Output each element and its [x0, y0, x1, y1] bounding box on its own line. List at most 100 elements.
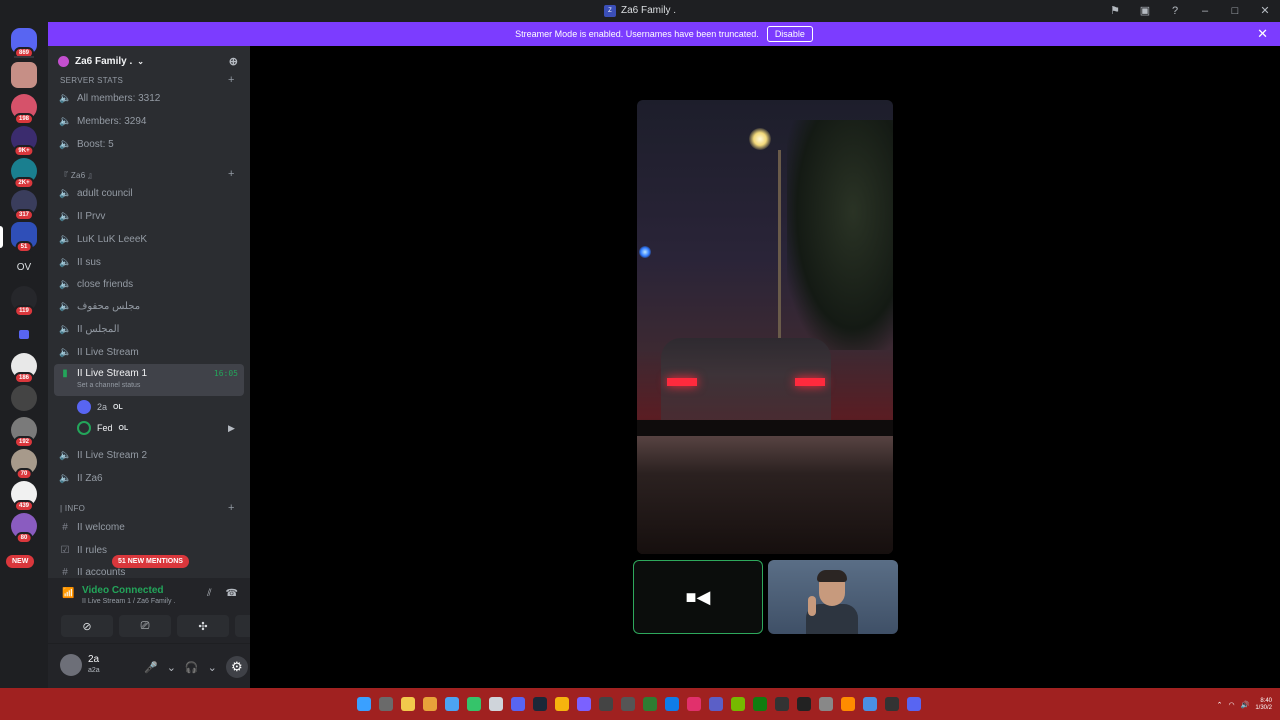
server-icon[interactable]: 198 — [11, 94, 37, 125]
channel-voice[interactable]: 🔈 II Live Stream — [54, 342, 244, 362]
taskbar-app-icon[interactable] — [401, 697, 415, 711]
camera-tile[interactable]: ■◀ — [633, 560, 763, 634]
taskbar-app-icon[interactable] — [577, 697, 591, 711]
help-icon[interactable]: ? — [1160, 0, 1190, 21]
channel-voice[interactable]: 🔈 II Za6 — [54, 468, 244, 488]
taskbar-app-icon[interactable] — [885, 697, 899, 711]
channel-voice[interactable]: 🔈 مجلس محفوف — [54, 296, 244, 316]
banner-close-icon[interactable]: ✕ — [1257, 26, 1268, 42]
taskbar-app-icon[interactable] — [775, 697, 789, 711]
taskbar-app-icon[interactable] — [643, 697, 657, 711]
activities-button[interactable]: ✣ — [177, 615, 229, 637]
server-icon[interactable]: 186 — [11, 353, 37, 384]
chevron-down-icon[interactable]: ⌄ — [208, 661, 217, 674]
disconnect-icon[interactable]: ☎ — [226, 588, 238, 599]
folder-icon[interactable] — [11, 321, 37, 347]
channel-voice[interactable]: 🔈 II Live Stream 2 — [54, 445, 244, 465]
add-channel-icon[interactable]: + — [228, 168, 235, 180]
voice-user[interactable]: 2a OL — [77, 400, 123, 414]
microphone-icon[interactable]: 🎤 — [144, 661, 158, 674]
taskbar-app-icon[interactable] — [467, 697, 481, 711]
add-channel-icon[interactable]: + — [228, 74, 235, 86]
server-icon[interactable]: 317 — [11, 190, 37, 221]
clock[interactable]: 8:40 1/30/2 — [1255, 698, 1272, 712]
server-icon[interactable]: 119 — [11, 286, 37, 317]
taskbar-app-icon[interactable] — [907, 697, 921, 711]
taskbar-app-icon[interactable] — [511, 697, 525, 711]
gear-icon[interactable]: ⚙ — [225, 656, 248, 678]
taskbar-app-icon[interactable] — [555, 697, 569, 711]
start-icon[interactable] — [357, 697, 371, 711]
voice-status-subtitle[interactable]: II Live Stream 1 / Za6 Family . — [82, 598, 175, 605]
taskbar-app-icon[interactable] — [621, 697, 635, 711]
server-icon[interactable]: 2K+ — [11, 158, 37, 189]
chevron-down-icon[interactable]: ⌄ — [167, 661, 176, 674]
server-icon[interactable]: 80 — [11, 513, 37, 544]
taskbar-app-icon[interactable] — [379, 697, 393, 711]
channel-voice[interactable]: 🔈 adult council — [54, 183, 244, 203]
screen-share-button[interactable]: ⎚ — [119, 615, 171, 637]
channel-stat-all[interactable]: 🔈 All members: 3312 — [54, 88, 244, 108]
maximize-icon[interactable]: □ — [1220, 0, 1250, 21]
voice-connection-panel: 📶 Video Connected II Live Stream 1 / Za6… — [48, 578, 287, 644]
camera-off-button[interactable]: ⊘ — [61, 615, 113, 637]
channel-status[interactable]: Set a channel status — [77, 382, 140, 389]
taskbar-app-icon[interactable] — [533, 697, 547, 711]
channel-text[interactable]: # II welcome — [54, 517, 244, 537]
channel-voice[interactable]: 🔈 II المجلس — [54, 319, 244, 339]
signal-icon[interactable]: 📶 — [62, 588, 76, 602]
taskbar-app-icon[interactable] — [445, 697, 459, 711]
screen-icon[interactable]: ▣ — [1130, 0, 1160, 21]
add-channel-icon[interactable]: + — [228, 502, 235, 514]
server-icon-ov[interactable]: OV — [11, 254, 37, 280]
server-icon[interactable] — [11, 385, 37, 411]
taskbar-app-icon[interactable] — [599, 697, 613, 711]
taskbar-app-icon[interactable] — [687, 697, 701, 711]
main-video-stream[interactable] — [637, 100, 893, 554]
taskbar-app-icon[interactable] — [423, 697, 437, 711]
guild-header[interactable]: Za6 Family . ⌄ ⊕ — [48, 46, 250, 76]
noise-suppression-icon[interactable]: ⫽ — [207, 588, 211, 599]
new-pill[interactable]: NEW — [6, 555, 35, 568]
server-icon-za6[interactable]: 51 — [11, 222, 37, 253]
channel-stat-boost[interactable]: 🔈 Boost: 5 — [54, 134, 244, 154]
participant-tile[interactable] — [768, 560, 898, 634]
avatar[interactable] — [60, 654, 82, 676]
category-server-stats[interactable]: SERVER STATS + — [60, 74, 234, 86]
server-badge: 70 — [15, 468, 33, 480]
minimize-icon[interactable]: – — [1190, 0, 1220, 21]
channel-voice[interactable]: 🔈 II Prvv — [54, 206, 244, 226]
category-info[interactable]: | INFO + — [60, 502, 234, 514]
server-icon[interactable]: 192 — [11, 417, 37, 448]
taskbar-app-icon[interactable] — [665, 697, 679, 711]
server-icon[interactable]: 439 — [11, 481, 37, 512]
taskbar-app-icon[interactable] — [709, 697, 723, 711]
taskbar-app-icon[interactable] — [731, 697, 745, 711]
taskbar-app-icon[interactable] — [797, 697, 811, 711]
taskbar-app-icon[interactable] — [863, 697, 877, 711]
volume-icon[interactable]: 🔊 — [1241, 701, 1250, 709]
channel-live-stream-1[interactable]: ▮ II Live Stream 1 16:05 Set a channel s… — [54, 364, 244, 396]
disable-streamer-button[interactable]: Disable — [766, 26, 813, 42]
new-mentions-pill[interactable]: 51 NEW MENTIONS — [112, 555, 189, 568]
taskbar-app-icon[interactable] — [489, 697, 503, 711]
category-za6[interactable]: 『 Za6 』 + — [60, 168, 234, 181]
server-icon[interactable] — [11, 62, 37, 88]
headphones-icon[interactable]: 🎧 — [185, 661, 199, 674]
chevron-up-icon[interactable]: ⌃ — [1217, 701, 1223, 709]
taskbar-app-icon[interactable] — [819, 697, 833, 711]
taskbar-app-icon[interactable] — [841, 697, 855, 711]
channel-voice[interactable]: 🔈 II sus — [54, 252, 244, 272]
wifi-icon[interactable]: ◠ — [1228, 701, 1234, 709]
taskbar-app-icon[interactable] — [753, 697, 767, 711]
flag-icon[interactable]: ⚑ — [1100, 0, 1130, 21]
server-icon[interactable]: 9K+ — [11, 126, 37, 157]
server-icon[interactable]: 70 — [11, 449, 37, 480]
invite-icon[interactable]: ⊕ — [229, 55, 238, 68]
channel-voice[interactable]: 🔈 close friends — [54, 274, 244, 294]
home-button[interactable]: 869 — [11, 28, 37, 59]
close-icon[interactable]: ✕ — [1250, 0, 1280, 21]
channel-stat-members[interactable]: 🔈 Members: 3294 — [54, 111, 244, 131]
voice-user[interactable]: Fed OL — [77, 421, 128, 435]
channel-voice[interactable]: 🔈 LuK LuK LeeeK — [54, 229, 244, 249]
